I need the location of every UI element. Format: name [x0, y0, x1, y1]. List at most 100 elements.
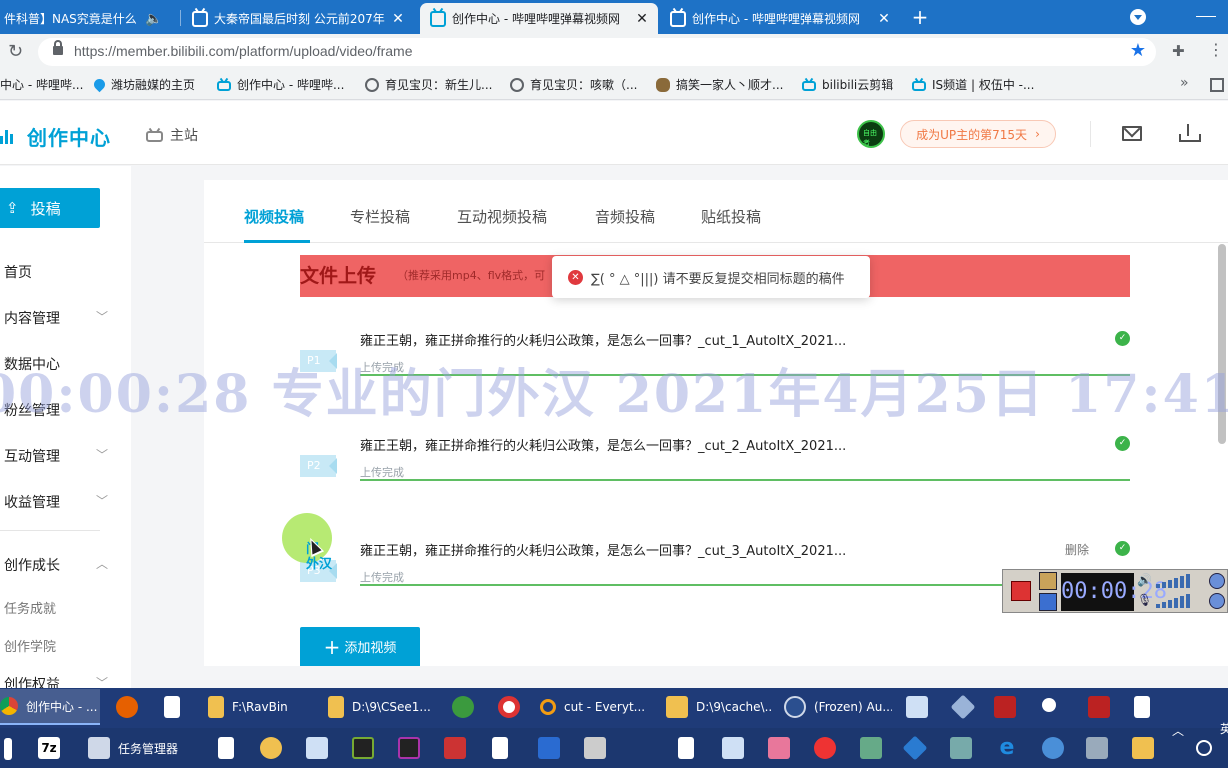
- upload-button[interactable]: ⇪ 投稿: [0, 188, 100, 228]
- ie-icon[interactable]: e: [996, 737, 1018, 759]
- globe-icon[interactable]: [1042, 737, 1064, 759]
- mic-volume-meter[interactable]: 🎙: [1137, 593, 1217, 611]
- window-icon[interactable]: [306, 737, 328, 759]
- tab-sticker-upload[interactable]: 贴纸投稿: [701, 206, 761, 227]
- sidebar-item-rights[interactable]: 创作权益 ﹀: [4, 674, 108, 688]
- calendar-icon[interactable]: [584, 737, 606, 759]
- bookmark-item[interactable]: 育见宝贝：咳嗽（...: [510, 76, 637, 93]
- window-icon[interactable]: [722, 737, 744, 759]
- bilibili-app-icon[interactable]: [768, 737, 790, 759]
- browser-tab-creator[interactable]: 创作中心 - 哔哩哔哩弹幕视频网 ✕: [660, 3, 900, 34]
- taskbar-chrome[interactable]: 创作中心 - ...: [0, 689, 100, 725]
- webcam-icon[interactable]: [1209, 573, 1225, 589]
- file-icon[interactable]: [678, 737, 694, 759]
- url-text[interactable]: https://member.bilibili.com/platform/upl…: [74, 43, 412, 59]
- new-tab-button[interactable]: +: [908, 5, 932, 29]
- creator-center-logo[interactable]: 创作中心: [27, 122, 111, 151]
- app-icon[interactable]: [538, 737, 560, 759]
- delete-button[interactable]: 删除: [1065, 541, 1089, 558]
- app-icon[interactable]: [860, 737, 882, 759]
- taskbar-autoit[interactable]: (Frozen) Au...: [776, 689, 892, 725]
- file-name[interactable]: 雍正王朝，雍正拼命推行的火耗归公政策，是怎么一回事？_cut_1_AutoItX…: [360, 330, 846, 349]
- download-icon[interactable]: [1179, 124, 1201, 142]
- input-method-indicator[interactable]: 英: [1220, 720, 1228, 737]
- nox-icon[interactable]: [398, 737, 420, 759]
- file-name[interactable]: 雍正王朝，雍正拼命推行的火耗归公政策，是怎么一回事？_cut_3_AutoItX…: [360, 540, 846, 559]
- browser-menu-icon[interactable]: ⋮: [1208, 40, 1224, 59]
- lock-icon[interactable]: [53, 40, 63, 55]
- bookmark-item[interactable]: 创作中心 - 哔哩哔...: [217, 76, 344, 93]
- tray-expand-icon[interactable]: ︿: [1172, 722, 1184, 739]
- taskbar-task-manager[interactable]: 任务管理器: [80, 730, 204, 766]
- taskbar-folder-csee[interactable]: D:\9\CSee1...: [320, 689, 432, 725]
- address-bar[interactable]: https://member.bilibili.com/platform/upl…: [38, 38, 1156, 66]
- dot-icon[interactable]: [1042, 698, 1056, 712]
- add-video-button[interactable]: + 添加视频: [300, 627, 420, 666]
- reading-list-icon[interactable]: [1210, 78, 1224, 92]
- pause-icon[interactable]: [1039, 593, 1057, 611]
- filezilla-icon[interactable]: [1088, 696, 1110, 718]
- file-icon[interactable]: [1134, 696, 1150, 718]
- record-icon[interactable]: [498, 696, 520, 718]
- globe-icon[interactable]: [452, 696, 474, 718]
- tab-article-upload[interactable]: 专栏投稿: [350, 206, 410, 227]
- file-icon[interactable]: [218, 737, 234, 759]
- taskbar-everything[interactable]: cut - Everyt...: [532, 689, 650, 725]
- tab-audio-upload[interactable]: 音频投稿: [595, 206, 655, 227]
- extensions-icon[interactable]: ✚: [1172, 42, 1185, 60]
- file-icon[interactable]: [492, 737, 508, 759]
- bookmark-item[interactable]: 育见宝贝：新生儿...: [365, 76, 492, 93]
- sidebar-item-content[interactable]: 内容管理 ﹀: [4, 308, 108, 328]
- sidebar-item-home[interactable]: 首页: [4, 262, 108, 282]
- taskbar-folder-cache[interactable]: D:\9\cache\...: [658, 689, 772, 725]
- app-icon[interactable]: [444, 737, 466, 759]
- file-name[interactable]: 雍正王朝，雍正拼命推行的火耗归公政策，是怎么一回事？_cut_2_AutoItX…: [360, 435, 846, 454]
- close-icon[interactable]: ✕: [388, 11, 408, 27]
- timer-icon[interactable]: [1039, 572, 1057, 590]
- bookmark-item[interactable]: IS频道 | 权伍中 -...: [912, 76, 1034, 93]
- sidebar-item-growth[interactable]: 创作成长 ︿: [4, 555, 108, 575]
- nox-icon[interactable]: [352, 737, 374, 759]
- avatar[interactable]: 自由者: [857, 120, 885, 148]
- browser-tab-qin[interactable]: 大秦帝国最后时刻 公元前207年 ✕: [182, 3, 414, 34]
- app-icon[interactable]: [1086, 737, 1108, 759]
- app-icon[interactable]: [814, 737, 836, 759]
- clock-icon[interactable]: [1196, 740, 1212, 756]
- browser-tab-creator-active[interactable]: 创作中心 - 哔哩哔哩弹幕视频网 ✕: [420, 3, 658, 34]
- network-icon[interactable]: [950, 737, 972, 759]
- mail-icon[interactable]: [1122, 126, 1142, 141]
- ftp-icon[interactable]: [260, 737, 282, 759]
- app-icon[interactable]: [902, 735, 928, 761]
- tab-interactive-video-upload[interactable]: 互动视频投稿: [457, 206, 547, 227]
- stop-record-button[interactable]: [1011, 581, 1031, 601]
- window-icon[interactable]: [906, 696, 928, 718]
- sidebar-item-income[interactable]: 收益管理 ﹀: [4, 492, 108, 512]
- 7zip-icon[interactable]: 7z: [38, 737, 60, 759]
- up-days-badge[interactable]: 成为UP主的第715天 ›: [900, 120, 1056, 148]
- close-icon[interactable]: ✕: [874, 11, 894, 27]
- tab-video-upload[interactable]: 视频投稿: [244, 206, 304, 227]
- bookmark-star-icon[interactable]: ★: [1130, 40, 1146, 61]
- window-minimize-icon[interactable]: [1196, 16, 1216, 17]
- speaker-volume-meter[interactable]: 🔊: [1137, 573, 1217, 591]
- tab-search-icon[interactable]: [1130, 9, 1146, 25]
- main-site-link[interactable]: 主站: [146, 125, 198, 145]
- bookmarks-more-button[interactable]: »: [1180, 75, 1189, 91]
- bookmark-item[interactable]: 潍坊融媒的主页: [91, 76, 195, 93]
- sidebar-sub-tasks[interactable]: 任务成就: [4, 598, 56, 617]
- firefox-icon[interactable]: [116, 696, 138, 718]
- reload-icon[interactable]: ↻: [8, 41, 23, 62]
- search-folder-icon[interactable]: [1132, 737, 1154, 759]
- sidebar-item-interaction[interactable]: 互动管理 ﹀: [4, 446, 108, 466]
- layers-icon[interactable]: [950, 694, 976, 720]
- bookmark-item[interactable]: 搞笑一家人丶顺才...: [656, 76, 783, 93]
- file-icon[interactable]: [4, 738, 12, 760]
- sidebar-sub-academy[interactable]: 创作学院: [4, 636, 56, 655]
- dice-icon[interactable]: [994, 696, 1016, 718]
- bookmark-item[interactable]: 中心 - 哔哩哔...: [0, 76, 83, 93]
- file-icon[interactable]: [164, 696, 180, 718]
- taskbar-folder-ravbin[interactable]: F:\RavBin: [200, 689, 310, 725]
- bookmark-item[interactable]: bilibili云剪辑: [802, 76, 893, 93]
- close-icon[interactable]: ✕: [632, 11, 652, 27]
- settings-icon[interactable]: [1209, 593, 1225, 609]
